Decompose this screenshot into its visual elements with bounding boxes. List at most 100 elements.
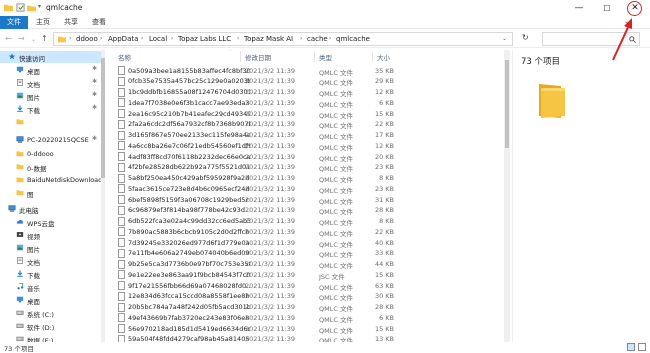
file-list-scrollbar[interactable]	[504, 50, 510, 342]
sidebar-item[interactable]: 此电脑	[0, 203, 101, 215]
table-row[interactable]: 6bef5898f5159f3a06708c1929bed5c5... 2021/…	[110, 194, 500, 206]
tab-view[interactable]: 查看	[86, 16, 112, 29]
table-row[interactable]: 0a509a3bee1a8155b83affec4fc8bf30... 2021/…	[110, 65, 500, 77]
sidebar-item[interactable]: 桌面 ✱	[0, 64, 101, 76]
column-header-name[interactable]: 名称	[118, 52, 131, 62]
file-name: 2fa2a6cdc2df56a7932cf8b7368b907b...	[128, 120, 250, 129]
sidebar-item[interactable]	[0, 116, 101, 128]
table-row[interactable]: 1bc9ddbfb16855a08f12476704d0301... 2021/3…	[110, 87, 500, 98]
details-view-icon[interactable]	[627, 343, 635, 351]
file-date: 2021/3/2 11:39	[245, 335, 295, 342]
column-divider[interactable]	[314, 51, 315, 62]
back-icon[interactable]: ←	[5, 34, 12, 43]
sidebar-item[interactable]: 图	[0, 187, 101, 199]
sidebar-item[interactable]: 图片	[0, 242, 101, 254]
sidebar-item[interactable]: PC-20220215QCSE ✱	[0, 134, 101, 146]
table-row[interactable]: 9f17e21556fbb66d69a07468028fd0... 2021/3/…	[110, 280, 500, 292]
table-row[interactable]: 5a8bf250ea450c429abf595928f9a2d4... 2021/…	[110, 173, 500, 184]
sidebar-item-label: 桌面	[27, 297, 40, 306]
sidebar-item[interactable]: 快速访问	[0, 51, 101, 63]
table-row[interactable]: 49ef43669b7fab3720ec243e83f06e84... 2021/…	[110, 312, 500, 324]
navigation-scrollbar[interactable]	[101, 50, 105, 342]
table-row[interactable]: 59a504f48fdd4279caf98ab45a814059... 2021/…	[110, 334, 500, 342]
breadcrumb-appdata[interactable]: AppData	[108, 35, 138, 43]
table-row[interactable]: 7b890ac5883b6cbcb9105c2d0d2ffcb... 2021/3…	[110, 226, 500, 238]
new-folder-icon[interactable]	[27, 3, 36, 12]
tab-share[interactable]: 共享	[58, 16, 84, 29]
table-row[interactable]: 1dea7f7038e0e6f3b1cacc7ae93eda3... 2021/3…	[110, 97, 500, 109]
up-icon[interactable]: ↑	[41, 34, 48, 43]
breadcrumb-topaz-mask-ai[interactable]: Topaz Mask AI	[244, 35, 293, 43]
table-row[interactable]: 20b5bc784a7a48f242d05fb5acd301b... 2021/3…	[110, 302, 500, 313]
sidebar-item[interactable]: 系统 (C:)	[0, 307, 101, 319]
table-row[interactable]: 9b25e5ca3d7736b0e97bf70c753e358... 2021/3…	[110, 259, 500, 270]
breadcrumb-cache[interactable]: cache	[307, 35, 328, 43]
file-name: 9f17e21556fbb66d69a07468028fd0...	[128, 281, 250, 290]
sidebar-item[interactable]: 文档 ✱	[0, 77, 101, 89]
address-bar[interactable]: › ddooo › AppData › Local › Topaz Labs L…	[53, 32, 513, 46]
table-row[interactable]: 2fa2a6cdc2df56a7932cf8b7368b907b... 2021/…	[110, 119, 500, 130]
sidebar-item[interactable]: WPS云盘	[0, 216, 101, 228]
table-row[interactable]: 2ea16c95c210b7b41eafec29cd49349... 2021/3…	[110, 108, 500, 120]
file-name: 4f2bfe28528db622b92a775f5521d01f...	[128, 163, 250, 172]
table-row[interactable]: 12e834d63fcca15ccd08a8558f1ee8b... 2021/3…	[110, 291, 500, 302]
file-name: 7d39245e332026ed977d6f1d779e0ac...	[128, 238, 250, 247]
video-icon	[16, 232, 24, 237]
table-row[interactable]: 4adf83ff8cd70f6118b2232dec66e0ca... 2021/…	[110, 151, 500, 163]
table-row[interactable]: 6c96879ef3f814ba98f778be42c93d... 2021/3/…	[110, 205, 500, 216]
column-header-size[interactable]: 大小	[377, 52, 390, 62]
sidebar-item[interactable]: 文档	[0, 255, 101, 267]
breadcrumb-local[interactable]: Local	[149, 35, 167, 43]
table-row[interactable]: 4f2bfe28528db622b92a775f5521d01f... 2021/…	[110, 162, 500, 173]
sidebar-item[interactable]: 图片 ✱	[0, 90, 101, 102]
maximize-button[interactable]: ☐	[594, 0, 620, 16]
column-header-date[interactable]: 修改日期	[245, 52, 271, 62]
pin-icon: ✱	[92, 65, 98, 72]
sidebar-item[interactable]: BaiduNetdiskDownload	[0, 174, 101, 186]
file-size: 6 KB	[379, 313, 394, 322]
file-name: 49ef43669b7fab3720ec243e83f06e84...	[128, 313, 250, 322]
table-row[interactable]: 6db522fca3e02a4c99dd32cc6ed5ab3... 2021/3…	[110, 216, 500, 227]
breadcrumb-separator-icon: ›	[329, 35, 332, 42]
table-row[interactable]: 0fcb35e7535a457bc25c129e0a0203b... 2021/3…	[110, 76, 500, 87]
quick-access-dropdown-icon[interactable]: ▾	[38, 3, 41, 10]
sidebar-item[interactable]: 软件 (D:)	[0, 320, 101, 332]
refresh-icon[interactable]: ↻	[522, 33, 529, 42]
pin-icon: ✱	[92, 91, 98, 98]
properties-icon[interactable]	[16, 3, 25, 12]
address-history-icon[interactable]: ⌄	[502, 35, 507, 42]
sidebar-item[interactable]: 下载	[0, 268, 101, 280]
file-size: 20 KB	[374, 152, 394, 161]
table-row[interactable]: 3d165f867e570ee2133ec115fe98a4e... 2021/3…	[110, 130, 500, 141]
table-row[interactable]: 9e1e22ee3e863aa91f9bcb84543f7c0f... 2021/…	[110, 269, 500, 281]
table-row[interactable]: 56e970218ad185d1d5419ed6634d6c... 2021/3/…	[110, 323, 500, 335]
sidebar-item[interactable]: 0-ddooo	[0, 148, 101, 160]
recent-locations-icon[interactable]: ⌄	[31, 36, 36, 43]
breadcrumb-qmlcache[interactable]: qmlcache	[336, 35, 370, 43]
table-row[interactable]: 5faac3615ce723e8d4b6c0965ecf24d4... 2021/…	[110, 183, 500, 195]
file-date: 2021/3/2 11:39	[245, 120, 295, 129]
tab-home[interactable]: 主页	[30, 16, 56, 29]
music-icon	[17, 283, 24, 290]
sidebar-item[interactable]: 视频	[0, 229, 101, 241]
column-divider[interactable]	[240, 51, 241, 62]
column-header-type[interactable]: 类型	[319, 52, 332, 62]
file-name: 6bef5898f5159f3a06708c1929bed5c5...	[128, 195, 250, 204]
large-icons-view-icon[interactable]	[638, 343, 646, 351]
tab-file[interactable]: 文件	[0, 16, 28, 29]
forward-icon[interactable]: →	[18, 34, 25, 43]
breadcrumb-ddooo[interactable]: ddooo	[76, 35, 98, 43]
table-row[interactable]: 7e11fb4e606a2749eb074040b6ed09... 2021/3/…	[110, 248, 500, 259]
sidebar-item[interactable]: 下载 ✱	[0, 103, 101, 115]
drive-icon	[16, 310, 24, 315]
table-row[interactable]: 4a6cc8ba26e7c06f21edb54560ef1df9... 2021/…	[110, 140, 500, 152]
breadcrumb-topaz-labs[interactable]: Topaz Labs LLC	[178, 35, 231, 43]
sidebar-item[interactable]: 0-数据	[0, 161, 101, 173]
sidebar-item[interactable]: 桌面	[0, 294, 101, 306]
file-date: 2021/3/2 11:39	[245, 227, 295, 236]
sidebar-item[interactable]: 音乐	[0, 281, 101, 293]
minimize-button[interactable]: —	[566, 0, 592, 16]
sidebar-item[interactable]: 数据 (E:)	[0, 333, 101, 342]
table-row[interactable]: 7d39245e332026ed977d6f1d779e0ac... 2021/3…	[110, 237, 500, 249]
column-divider[interactable]	[372, 51, 373, 62]
